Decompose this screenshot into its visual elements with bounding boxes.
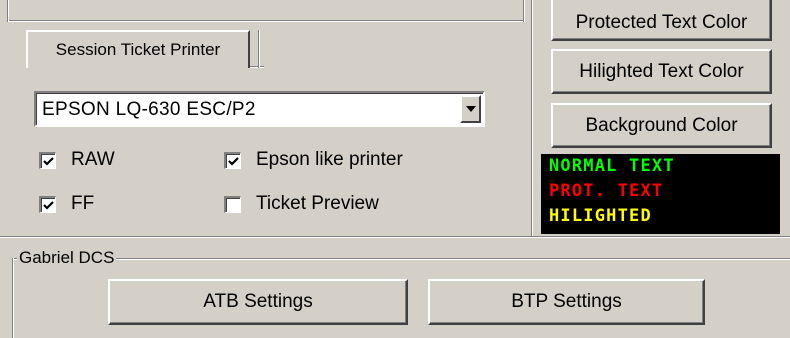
hilighted-text-color-label: Hilighted Text Color [579,60,744,82]
ticket-preview-checkbox[interactable] [224,196,241,213]
check-icon [43,157,54,166]
panel-left-edge [7,0,9,22]
check-icon [228,157,239,166]
ff-checkbox[interactable] [39,196,56,213]
gabriel-group-top [12,258,790,260]
btp-settings-button[interactable]: BTP Settings [428,279,705,325]
background-color-label: Background Color [585,114,738,136]
printer-select[interactable]: EPSON LQ-630 ESC/P2 [34,91,485,127]
preview-normal-text: NORMAL TEXT [549,156,675,176]
check-icon [43,201,54,210]
printer-select-value: EPSON LQ-630 ESC/P2 [42,99,256,120]
tab-panel-top [250,66,264,68]
epson-like-printer-checkbox[interactable] [224,152,241,169]
tab-label: Session Ticket Printer [55,40,221,59]
epson-like-printer-label: Epson like printer [256,149,403,170]
hilighted-text-color-button[interactable]: Hilighted Text Color [551,49,772,94]
panel-right-edge-top [523,0,525,22]
preview-protected-text: PROT. TEXT [549,181,664,201]
preview-hilighted-text: HILIGHTED [549,206,652,226]
ff-label: FF [71,193,95,214]
atb-settings-label: ATB Settings [203,291,313,312]
btp-settings-label: BTP Settings [511,291,622,312]
atb-settings-button[interactable]: ATB Settings [108,279,408,325]
panel-top-edge [7,20,525,22]
background-color-button[interactable]: Background Color [551,103,772,148]
raw-checkbox[interactable] [39,152,56,169]
gabriel-group-left [12,258,14,338]
color-preview: NORMAL TEXT PROT. TEXT HILIGHTED [541,154,780,234]
ticket-preview-label: Ticket Preview [256,193,379,214]
gabriel-group-legend: Gabriel DCS [17,248,117,268]
tab-panel-right [258,30,260,68]
section-divider [531,0,533,236]
protected-text-color-label: Protected Text Color [575,11,748,33]
tab-session-ticket-printer[interactable]: Session Ticket Printer [26,30,250,68]
chevron-down-icon[interactable] [460,95,481,123]
raw-label: RAW [71,149,115,170]
section-separator [0,236,790,238]
protected-text-color-button[interactable]: Protected Text Color [551,0,772,41]
